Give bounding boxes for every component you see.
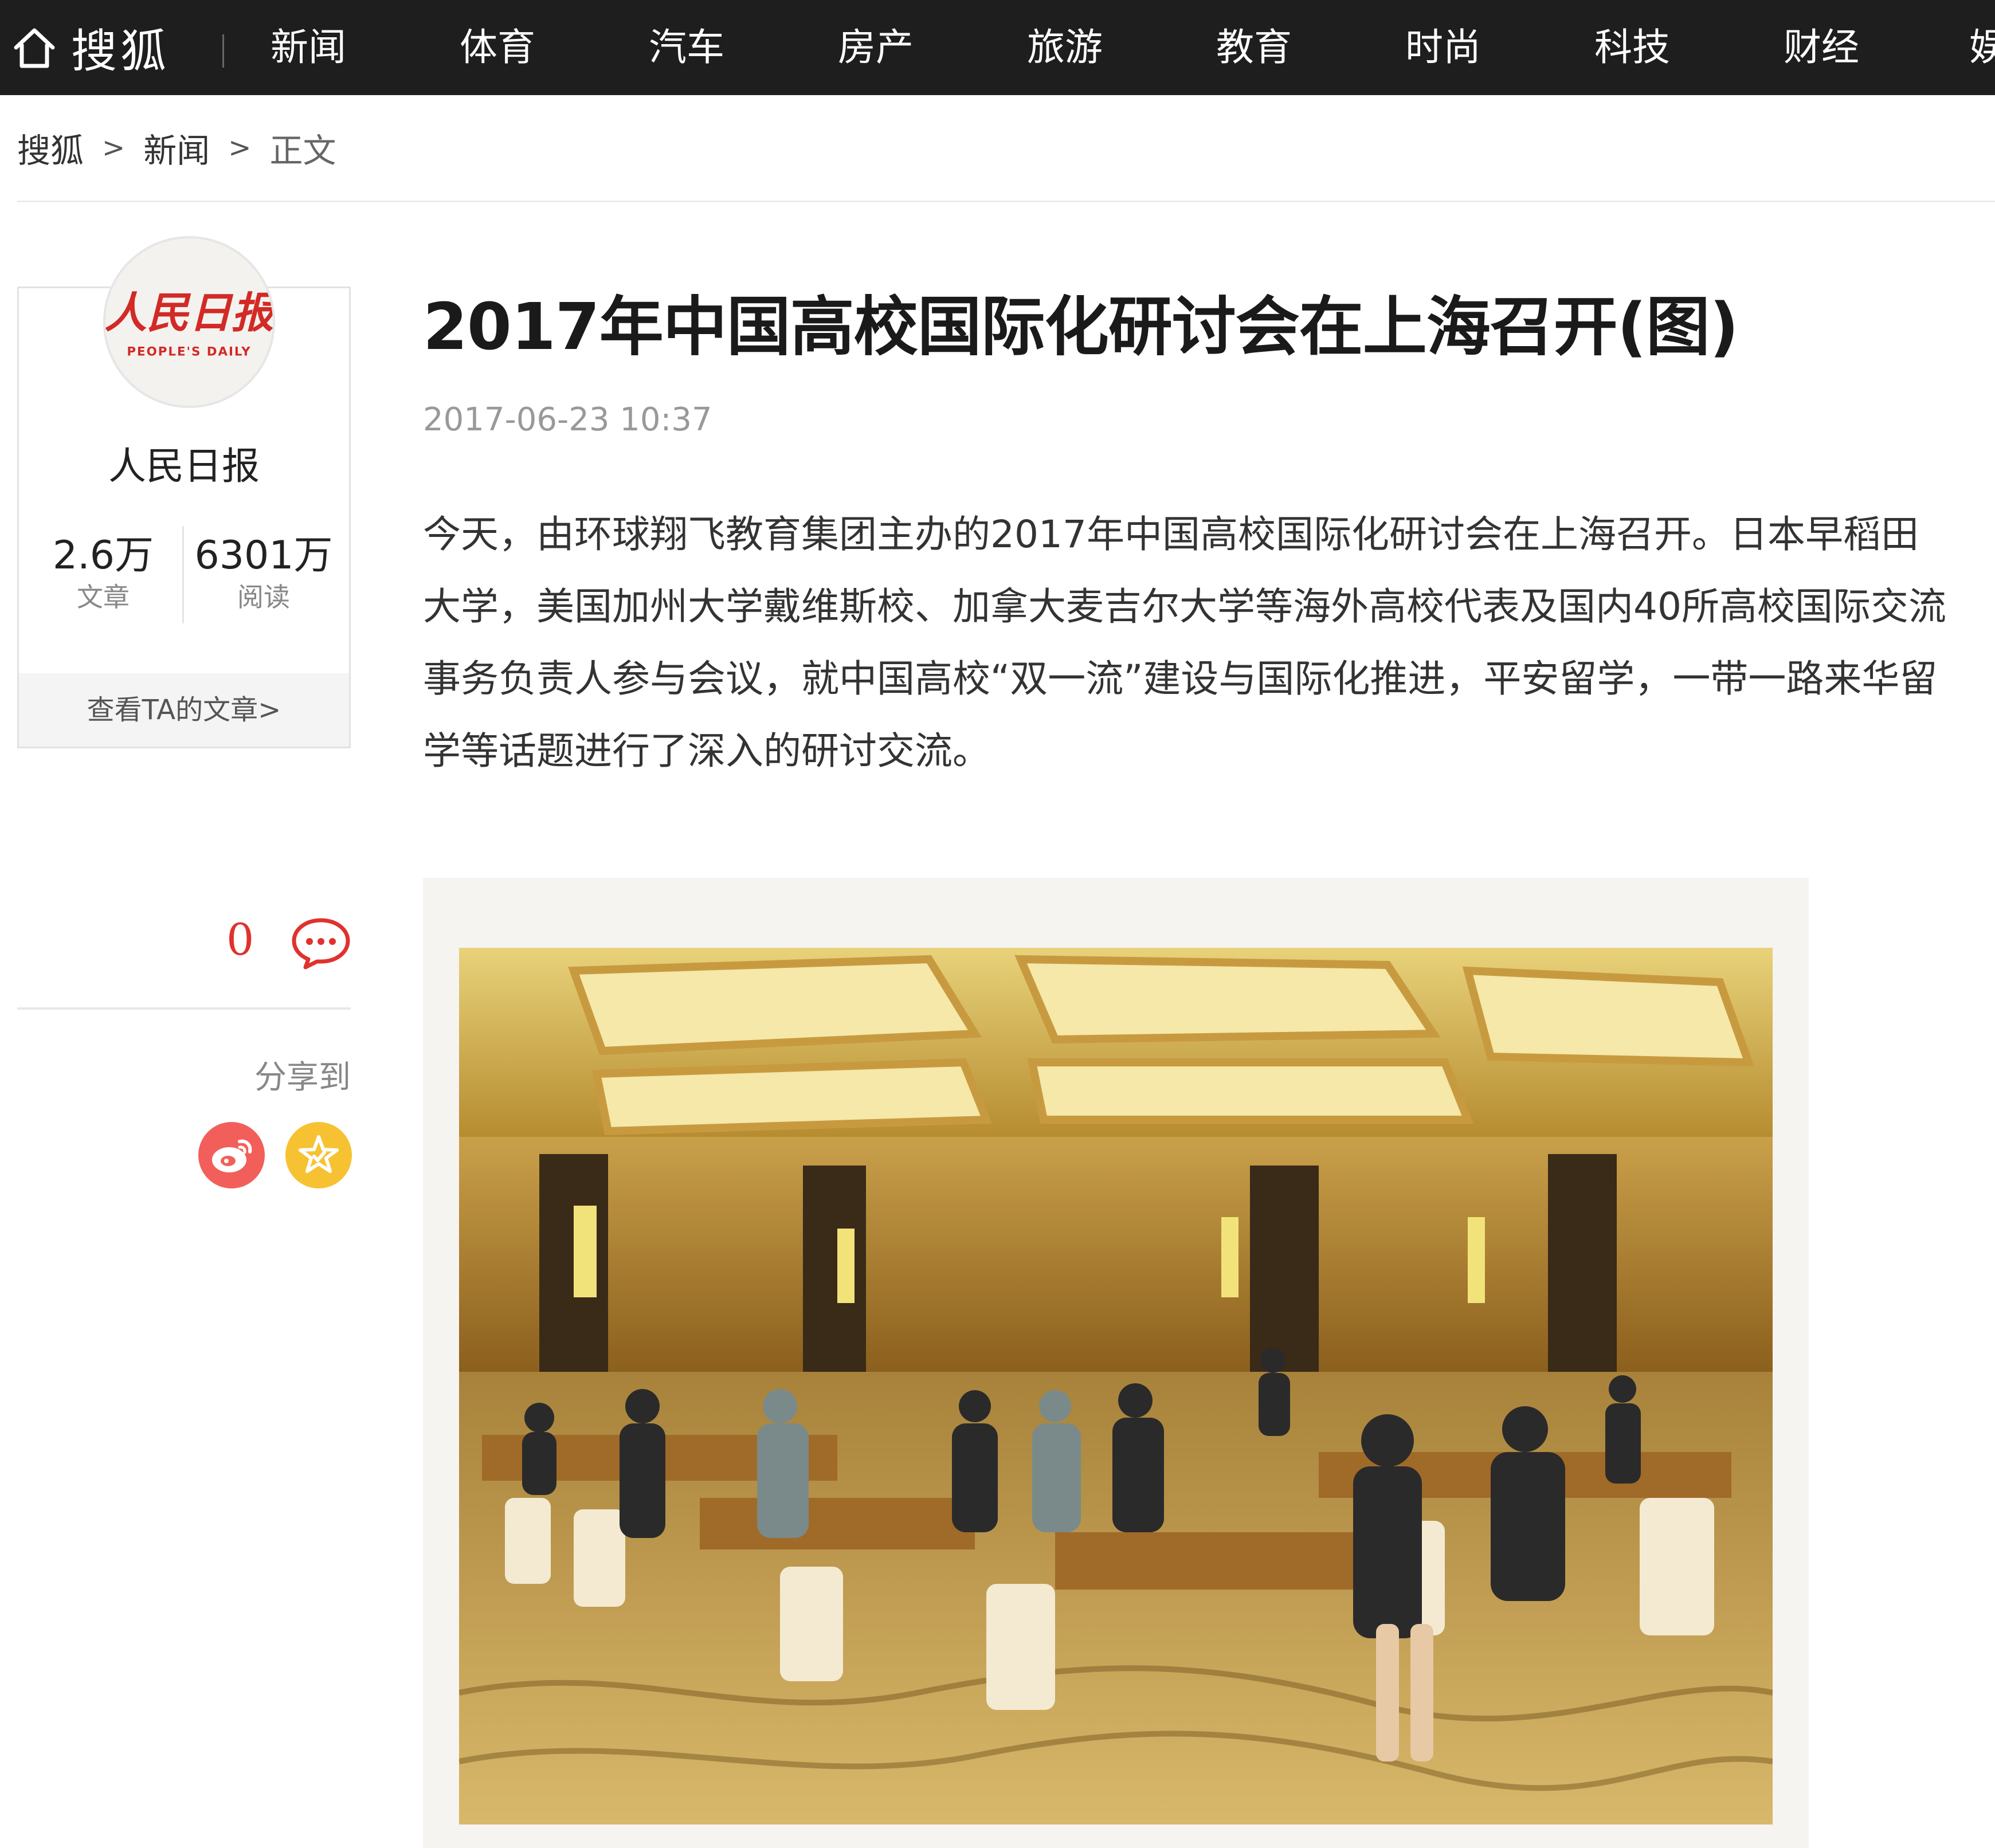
nav-finance[interactable]: 财经: [1784, 0, 1859, 95]
article-title: 2017年中国高校国际化研讨会在上海召开(图): [423, 290, 1739, 364]
home-icon: [14, 28, 55, 68]
stat-articles-value: 2.6万: [52, 533, 154, 578]
weibo-icon: [212, 1139, 252, 1172]
nav-sports[interactable]: 体育: [460, 0, 535, 95]
comment-icon[interactable]: [289, 916, 352, 971]
favorite-button[interactable]: [285, 1122, 352, 1188]
brand-name: 搜狐: [71, 25, 170, 78]
logo-text: 人民日报: [105, 289, 273, 338]
breadcrumb-news[interactable]: 新闻: [143, 124, 210, 172]
nav-education[interactable]: 教育: [1216, 0, 1292, 95]
breadcrumb-separator: >: [228, 132, 252, 164]
article-body-paragraph: 今天，由环球翔飞教育集团主办的2017年中国高校国际化研讨会在上海召开。日本早稻…: [423, 512, 1946, 773]
nav-news[interactable]: 新闻: [271, 0, 346, 95]
nav-house[interactable]: 房产: [838, 0, 914, 95]
stat-reads: 6301万 阅读: [189, 533, 338, 615]
comment-count[interactable]: 0: [226, 914, 254, 965]
breadcrumb-current: 正文: [269, 131, 336, 170]
stat-articles-label: 文章: [77, 582, 130, 613]
stat-reads-value: 6301万: [194, 533, 333, 578]
top-navigation-bar: 搜狐 新闻 体育 汽车 房产 旅游 教育 时尚 科技 财经 娱: [0, 0, 1995, 95]
home-link[interactable]: 搜狐: [13, 0, 170, 95]
view-author-articles-link[interactable]: 查看TA的文章>: [19, 673, 349, 747]
nav-auto[interactable]: 汽车: [649, 0, 724, 95]
share-label: 分享到: [254, 1059, 351, 1096]
breadcrumb-separator: >: [102, 132, 126, 164]
stat-articles: 2.6万 文章: [34, 533, 172, 615]
favorite-star-icon: [299, 1135, 339, 1173]
tools-divider: [17, 1007, 351, 1010]
brand-divider: [222, 34, 224, 68]
nav-tech[interactable]: 科技: [1594, 0, 1670, 95]
conference-photo[interactable]: [459, 948, 1773, 1825]
breadcrumb-home[interactable]: 搜狐: [17, 124, 84, 172]
nav-fashion[interactable]: 时尚: [1405, 0, 1481, 95]
logo-subtext: PEOPLE'S DAILY: [127, 344, 251, 359]
nav-entertainment[interactable]: 娱: [1969, 0, 1995, 95]
share-weibo-button[interactable]: [198, 1122, 265, 1188]
header-divider: [17, 201, 1995, 202]
breadcrumb: 搜狐 > 新闻 > 正文: [17, 125, 336, 171]
publish-time: 2017-06-23 10:37: [423, 401, 712, 438]
author-avatar[interactable]: 人民日报 PEOPLE'S DAILY: [103, 236, 275, 408]
stat-divider: [182, 526, 184, 623]
nav-travel[interactable]: 旅游: [1027, 0, 1103, 95]
author-name[interactable]: 人民日报: [17, 435, 351, 491]
peoples-daily-logo: 人民日报 PEOPLE'S DAILY: [105, 289, 273, 359]
stat-reads-label: 阅读: [237, 582, 290, 613]
